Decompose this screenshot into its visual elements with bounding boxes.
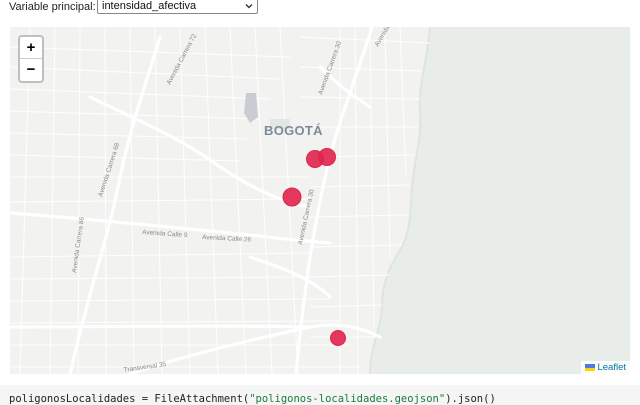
code-prefix: poligonosLocalidades = FileAttachment( <box>9 393 250 405</box>
ukraine-flag-icon <box>585 364 596 371</box>
street-label-transversal: Transversal 35 <box>123 361 167 374</box>
basemap: Avenida Carrera 72 Avenida Carrera 68 Av… <box>10 27 630 374</box>
chevron-down-icon <box>245 4 253 9</box>
controls-bar: Variable principal: intensidad_afectiva <box>0 0 640 26</box>
street-grid <box>10 27 431 374</box>
variable-select[interactable]: intensidad_afectiva <box>97 0 258 14</box>
street-label-carrera72: Avenida Carrera 72 <box>166 33 199 86</box>
zoom-out-button[interactable]: − <box>20 59 42 81</box>
street-label-calle26: Avenida Calle 26 <box>202 234 252 244</box>
code-cell: poligonosLocalidades = FileAttachment("p… <box>0 385 640 405</box>
zoom-control: + − <box>18 35 44 83</box>
street-label-calle9: Avenida Calle 9 <box>142 229 188 239</box>
variable-label: Variable principal: <box>9 1 96 13</box>
code-suffix: ).json() <box>445 393 496 405</box>
code-string: "poligonos-localidades.geojson" <box>249 393 446 405</box>
eastern-hills <box>370 27 630 374</box>
code-line: poligonosLocalidades = FileAttachment("p… <box>9 393 496 405</box>
leaflet-link[interactable]: Leaflet <box>597 362 626 373</box>
street-label-carrera50: Avenida Carrera 50 <box>374 27 408 48</box>
map-marker[interactable] <box>282 187 302 207</box>
map-attribution: Leaflet <box>581 361 630 374</box>
map-marker[interactable] <box>330 330 346 346</box>
street-label-carrera86: Avenida Carrera 86 <box>71 216 86 273</box>
map-view[interactable]: Avenida Carrera 72 Avenida Carrera 68 Av… <box>10 27 630 374</box>
map-marker[interactable] <box>318 148 336 166</box>
variable-select-value: intensidad_afectiva <box>102 0 197 12</box>
city-label: BOGOTÁ <box>264 123 323 138</box>
zoom-in-button[interactable]: + <box>20 37 42 59</box>
